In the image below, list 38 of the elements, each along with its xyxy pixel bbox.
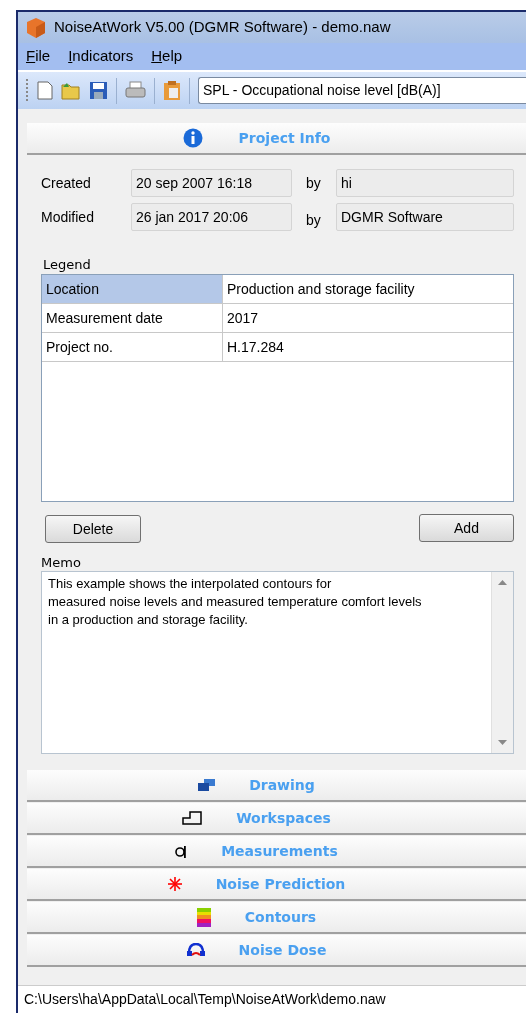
grip-icon [26, 77, 29, 104]
scroll-up-icon[interactable] [498, 580, 507, 585]
author-field[interactable]: DGMR Software [336, 203, 514, 231]
menu-item[interactable]: Help [151, 45, 183, 68]
info-icon [182, 128, 203, 148]
open-folder-icon[interactable] [61, 81, 81, 100]
cube-icon [26, 16, 46, 39]
by-label: by [305, 210, 322, 230]
legend-label: Legend [42, 256, 92, 273]
save-icon[interactable] [89, 81, 108, 100]
date-field[interactable]: 26 jan 2017 20:06 [131, 203, 292, 231]
clipboard-icon[interactable] [163, 80, 181, 101]
scrollbar[interactable] [491, 572, 513, 753]
field-label: Modified [41, 207, 95, 227]
stacked-squares-icon [198, 779, 216, 791]
headphones-icon [186, 943, 205, 957]
by-label: by [305, 173, 322, 193]
new-file-icon[interactable] [37, 81, 53, 100]
table-cell[interactable]: 2017 [223, 304, 513, 332]
delete-button[interactable]: Delete [45, 515, 141, 543]
window-title: NoiseAtWork V5.00 (DGMR Software) - demo.naw [54, 17, 391, 38]
table-cell[interactable]: Production and storage facility [223, 275, 513, 303]
date-field[interactable]: 20 sep 2007 16:18 [131, 169, 292, 197]
step-outline-icon [182, 811, 203, 825]
asterisk-icon [167, 877, 182, 891]
color-scale-icon [196, 907, 211, 927]
memo-label: Memo [41, 554, 82, 571]
print-icon[interactable] [125, 81, 146, 100]
author-field[interactable]: hi [336, 169, 514, 197]
table-cell[interactable]: Location [42, 275, 223, 303]
scroll-down-icon[interactable] [498, 740, 507, 745]
memo-field[interactable]: This example shows the interpolated contours for measured noise levels and measured temperature comfort levels in a production and storage facility. [41, 571, 514, 754]
menu-item[interactable]: Indicators [68, 45, 134, 68]
table-cell[interactable]: H.17.284 [223, 333, 513, 361]
add-button[interactable]: Add [419, 514, 514, 542]
menu-item[interactable]: File [26, 45, 51, 68]
field-label: Created [41, 173, 92, 193]
indicator-dropdown[interactable]: SPL - Occupational noise level [dB(A)] [198, 77, 526, 104]
